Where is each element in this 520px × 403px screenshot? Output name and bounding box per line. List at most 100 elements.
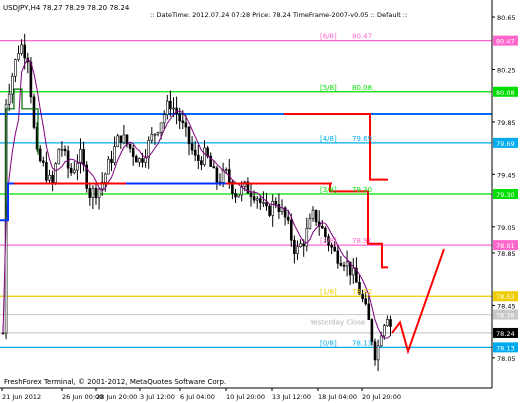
candle-body — [193, 149, 197, 156]
price-axis-tick-label: 79.05 — [497, 224, 516, 232]
price-axis-tag-label: 80.08 — [496, 89, 515, 97]
time-axis-tick-label: 13 Jul 12:00 — [272, 393, 311, 401]
candle-body — [296, 246, 299, 254]
candle-body — [20, 44, 23, 54]
time-axis-tick-label: 18 Jul 04:00 — [318, 393, 357, 401]
murrey-level-value: 78.13 — [352, 339, 372, 347]
candle-body — [258, 198, 262, 203]
candle-body — [265, 202, 268, 207]
candle-body — [320, 225, 324, 229]
price-axis-tag-label: 80.47 — [496, 38, 515, 46]
price-axis-tick-label: 80.25 — [497, 66, 516, 74]
candle-body — [169, 100, 172, 110]
candle-body — [153, 133, 157, 136]
candle-body — [60, 148, 64, 151]
candle-body — [178, 113, 181, 122]
price-axis-tick-label: 79.45 — [497, 171, 516, 179]
candle-body — [128, 143, 132, 149]
price-axis-tag-label: 78.52 — [496, 293, 515, 301]
candle-body — [286, 216, 290, 221]
candle-body — [79, 148, 82, 164]
murrey-level-value: 80.47 — [352, 33, 372, 41]
murrey-level-tag: [2/8] — [320, 237, 337, 245]
yesterday-close-label: Yesterday Close — [309, 319, 365, 327]
price-axis-tick-label: 79.85 — [497, 119, 516, 127]
candle-body — [379, 335, 383, 347]
candle-body — [32, 96, 36, 128]
candle-body — [200, 160, 203, 166]
candle-body — [187, 126, 191, 145]
price-axis-tick-label: 80.65 — [497, 14, 516, 22]
candle-body — [82, 148, 85, 166]
candle-body — [69, 167, 73, 174]
candle-body — [271, 201, 275, 216]
candle-body — [57, 148, 61, 165]
candle-body — [110, 158, 113, 164]
candle-body — [150, 134, 154, 141]
candle-body — [48, 174, 51, 181]
price-axis-tick-label: 78.45 — [497, 302, 516, 310]
murrey-level-tag: [4/8] — [320, 135, 337, 143]
candle-body — [389, 319, 392, 327]
candle-body — [23, 44, 27, 59]
candle-body — [197, 154, 200, 161]
candle-body — [63, 148, 67, 152]
candle-body — [342, 265, 346, 267]
candle-body — [249, 192, 253, 197]
candle-body — [234, 193, 237, 198]
murrey-level-value: 80.08 — [352, 84, 372, 92]
candle-body — [324, 227, 327, 237]
candle-body — [224, 169, 228, 171]
murrey-level-tag: [3/8] — [320, 186, 337, 194]
murrey-level-value: 78.52 — [352, 288, 372, 296]
candle-body — [73, 169, 76, 174]
candle-body — [94, 188, 98, 199]
murrey-level-value: 79.30 — [352, 186, 372, 194]
candle-body — [11, 75, 14, 95]
candle-body — [135, 156, 138, 163]
candle-body — [138, 158, 141, 163]
candle-body — [376, 345, 380, 361]
murrey-level-value: 78.91 — [352, 237, 372, 245]
candle-body — [314, 209, 318, 223]
candle-body — [38, 148, 42, 162]
price-axis-tick-label: 78.85 — [497, 250, 516, 258]
symbol-label: USDJPY,H4 78.27 78.29 78.20 78.24 — [3, 4, 130, 12]
candle-body — [184, 122, 188, 128]
candle-body — [125, 134, 129, 145]
murrey-level-value: 79.69 — [352, 135, 372, 143]
murrey-level-tag: [1/8] — [320, 288, 337, 296]
candle-body — [255, 198, 259, 201]
candle-body — [166, 100, 169, 115]
murrey-level-tag: [5/8] — [320, 84, 337, 92]
candle-body — [351, 267, 355, 276]
candle-body — [97, 188, 101, 199]
candle-body — [339, 263, 343, 266]
candle-body — [293, 239, 296, 254]
candle-body — [88, 188, 92, 198]
price-chart[interactable]: [6/8] 80.47 [5/8] 80.08 [4/8] 79.69 [3/8] 79.30… — [0, 0, 520, 403]
candle-body — [141, 158, 144, 163]
candle-body — [159, 122, 163, 133]
candle-body — [116, 135, 119, 147]
candle-body — [330, 244, 333, 248]
candle-body — [45, 162, 48, 181]
candle-body — [302, 243, 306, 247]
chart-window[interactable]: [6/8] 80.47 [5/8] 80.08 [4/8] 79.69 [3/8] 79.30… — [0, 0, 520, 403]
price-axis-tag-label: 78.13 — [496, 344, 515, 352]
candle-body — [7, 93, 11, 105]
time-axis-tick-label: 3 Jul 12:00 — [140, 393, 175, 401]
candle-body — [277, 204, 281, 212]
candle-body — [212, 166, 216, 169]
candle-body — [190, 143, 194, 151]
candle-body — [54, 163, 58, 183]
candle-body — [181, 120, 185, 123]
candle-body — [76, 163, 79, 171]
candle-body — [66, 150, 70, 169]
candle-body — [91, 188, 95, 198]
price-axis-tag-label: 78.38 — [496, 312, 515, 320]
murrey-level-tag: [0/8] — [320, 339, 337, 347]
candle-body — [274, 201, 278, 205]
copyright-label: FreshForex Terminal, © 2001-2012, MetaQu… — [4, 378, 226, 386]
candle-body — [268, 205, 271, 216]
